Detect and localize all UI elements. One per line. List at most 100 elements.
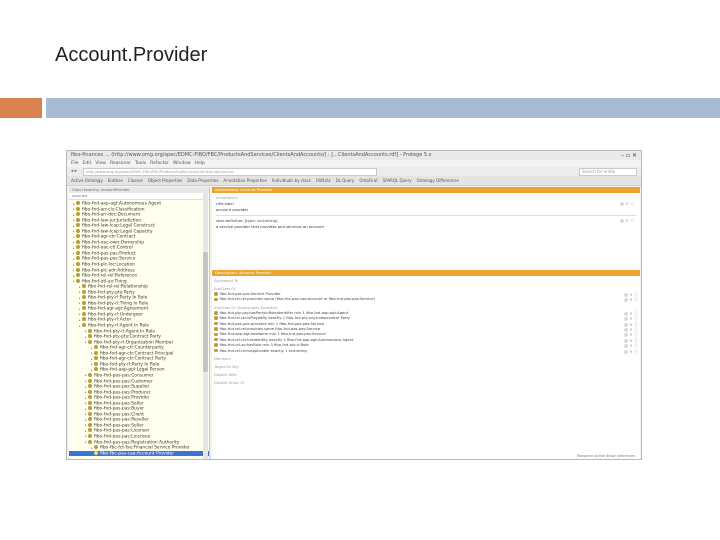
target-key-label[interactable]: Target for Key bbox=[212, 364, 640, 370]
axiom-action-icons[interactable]: @ ✕ ⓘ bbox=[624, 297, 638, 302]
tab-individuals-by-class[interactable]: Individuals by class bbox=[272, 178, 311, 183]
class-icon bbox=[82, 306, 86, 311]
tree-scrollbar[interactable] bbox=[203, 187, 208, 459]
class-icon bbox=[88, 406, 92, 411]
slide-title: Account.Provider bbox=[55, 44, 208, 66]
description-header: Description: Account Provider bbox=[212, 270, 640, 276]
class-icon bbox=[88, 328, 92, 333]
axiom-text: fibo-fnd-rel-rel:provides some fibo-fnd-… bbox=[219, 326, 321, 331]
menu-item-window[interactable]: Window bbox=[173, 161, 191, 166]
tree-node-label: fibo-fnd-pty-pty:Contract Party bbox=[94, 334, 162, 340]
tab-ontograf[interactable]: OntoGraf bbox=[359, 178, 377, 183]
axiom-text: fibo-fnd-pas-pas:Service Provider bbox=[219, 292, 281, 296]
class-icon bbox=[214, 343, 218, 347]
axiom-text: fibo-fnd-rel-rel:provides some (fibo-fbc… bbox=[219, 297, 376, 302]
equivalent-to-label[interactable]: Equivalent To bbox=[212, 278, 640, 284]
nav-arrows-icon[interactable]: ◂ ▸ bbox=[71, 169, 77, 174]
class-icon bbox=[76, 267, 80, 272]
menu-item-view[interactable]: View bbox=[95, 161, 106, 166]
window-title: fibo-finances ... (http://www.omg.org/sp… bbox=[71, 152, 432, 158]
protege-screenshot: fibo-finances ... (http://www.omg.org/sp… bbox=[66, 150, 642, 460]
tab-ontology-differences[interactable]: Ontology Differences bbox=[417, 178, 459, 183]
tree-node-label: fibo-fnd-rel-rel:Relationship bbox=[88, 284, 148, 290]
axiom-text: fibo-fnd-rel-rel:hasIdentity exactly 1 f… bbox=[219, 337, 354, 342]
members-label[interactable]: Members bbox=[212, 356, 640, 362]
definition-field: skos:definition [type: xsd:string] bbox=[216, 218, 278, 223]
disjoint-with-label[interactable]: Disjoint With bbox=[212, 372, 640, 378]
disjoint-union-label[interactable]: Disjoint Union Of bbox=[212, 380, 640, 386]
axiom-action-icons[interactable]: @ ✕ ⓘ bbox=[624, 349, 638, 354]
tree-node-label: fibo-fnd-agr-ctr:Counterparty bbox=[100, 345, 164, 351]
tab-object-properties[interactable]: Object Properties bbox=[148, 178, 183, 183]
menu-item-edit[interactable]: Edit bbox=[83, 161, 92, 166]
class-icon bbox=[82, 317, 86, 322]
class-icon bbox=[76, 245, 80, 250]
class-icon bbox=[88, 384, 92, 389]
tree-node-label: fibo-fnd-rel-rel:Reference bbox=[82, 273, 138, 279]
class-icon bbox=[94, 367, 98, 372]
class-icon bbox=[88, 422, 92, 427]
class-icon bbox=[214, 297, 218, 302]
class-icon bbox=[88, 389, 92, 394]
menu-item-refactor[interactable]: Refactor bbox=[150, 161, 169, 166]
annotations-block: Annotations rdfs:label @ ✕ ⓘ account pro… bbox=[212, 193, 640, 232]
class-icon bbox=[214, 337, 218, 342]
class-icon bbox=[82, 300, 86, 305]
class-icon bbox=[88, 428, 92, 433]
menu-item-file[interactable]: File bbox=[71, 161, 79, 166]
class-icon bbox=[88, 433, 92, 438]
accent-bar-blue bbox=[46, 98, 720, 118]
class-hierarchy-panel: Class hierarchy: AccountProvider Asserte… bbox=[69, 187, 210, 459]
class-icon bbox=[88, 400, 92, 405]
class-details-panel: Annotations: Account Provider Annotation… bbox=[212, 187, 640, 459]
class-icon bbox=[76, 206, 80, 211]
annotation-action-icons[interactable]: @ ✕ ⓘ bbox=[620, 201, 634, 207]
menu-item-help[interactable]: Help bbox=[195, 161, 205, 166]
class-icon bbox=[76, 234, 80, 239]
search-input[interactable]: Search for entity bbox=[579, 168, 637, 176]
ontology-url[interactable]: http://www.omg.org/spec/EDMC-FIBO/FBC/Pr… bbox=[83, 168, 377, 176]
tab-active-ontology[interactable]: Active Ontology bbox=[71, 178, 103, 183]
label-annotation[interactable]: rdfs:label @ ✕ ⓘ bbox=[216, 201, 636, 207]
definition-annotation[interactable]: skos:definition [type: xsd:string] @ ✕ ⓘ bbox=[216, 218, 636, 224]
class-icon bbox=[214, 327, 218, 331]
label-field: rdfs:label bbox=[216, 201, 234, 206]
accent-bar-orange bbox=[0, 98, 42, 118]
class-icon bbox=[94, 356, 98, 361]
tree-node-label: fibo-fnd-pas-pas:Supplier bbox=[94, 384, 150, 390]
tree-node-label: fibo-fnd-aap-agt:Autonomous Agent bbox=[82, 201, 162, 207]
axiom-text: fibo-fnd-rel-rel:isApplicable exactly 1 … bbox=[219, 348, 307, 353]
tree-node-label: fibo-fnd-arr-doc:Document bbox=[82, 212, 141, 218]
tab-bar: Active Ontology Entities Classes Object Pro… bbox=[67, 176, 641, 186]
menu-item-tools[interactable]: Tools bbox=[135, 161, 146, 166]
class-icon bbox=[76, 228, 80, 233]
class-icon bbox=[214, 332, 218, 337]
axiom-row[interactable]: fibo-fnd-rel-rel:isApplicable exactly 1 … bbox=[212, 349, 640, 354]
class-icon bbox=[82, 311, 86, 316]
tab-annotation-properties[interactable]: Annotation Properties bbox=[223, 178, 266, 183]
tab-entities[interactable]: Entities bbox=[108, 178, 123, 183]
tab-classes[interactable]: Classes bbox=[128, 178, 143, 183]
tree-node-label: fibo-fnd-pty-rl:Agent In Role bbox=[88, 323, 150, 329]
class-icon bbox=[76, 217, 80, 222]
class-icon bbox=[76, 256, 80, 261]
axiom-text: fibo-fnd-rel-rel:isPlayedBy exactly 1 fi… bbox=[219, 316, 351, 321]
tab-owlviz[interactable]: OWLViz bbox=[316, 178, 331, 183]
class-icon bbox=[82, 323, 86, 328]
class-icon bbox=[94, 350, 98, 355]
inherited-list: fibo-fnd-pty-pty:hasPartyInRoleIdentifie… bbox=[212, 311, 640, 354]
hierarchy-mode[interactable]: Asserted bbox=[69, 193, 209, 200]
tree-node-label: fibo-fnd-pas-pas:Buyer bbox=[94, 406, 145, 412]
axiom-row[interactable]: fibo-fnd-rel-rel:provides some (fibo-fbc… bbox=[212, 297, 640, 302]
class-icon bbox=[214, 316, 218, 320]
window-controls[interactable]: – ▫ ✕ bbox=[621, 151, 637, 160]
menu-item-reasoner[interactable]: Reasoner bbox=[110, 161, 131, 166]
url-bar: ◂ ▸ http://www.omg.org/spec/EDMC-FIBO/FB… bbox=[67, 167, 641, 176]
tab-data-properties[interactable]: Data Properties bbox=[187, 178, 218, 183]
tab-dl-query[interactable]: DL Query bbox=[336, 178, 355, 183]
annotation-action-icons[interactable]: @ ✕ ⓘ bbox=[620, 218, 634, 224]
axiom-text: fibo-fnd-aap-agt:hasName min 1 fibo-fnd-… bbox=[219, 332, 326, 337]
tab-sparql-query[interactable]: SPARQL Query bbox=[383, 178, 412, 183]
scroll-thumb[interactable] bbox=[203, 252, 208, 372]
class-icon bbox=[94, 361, 98, 366]
